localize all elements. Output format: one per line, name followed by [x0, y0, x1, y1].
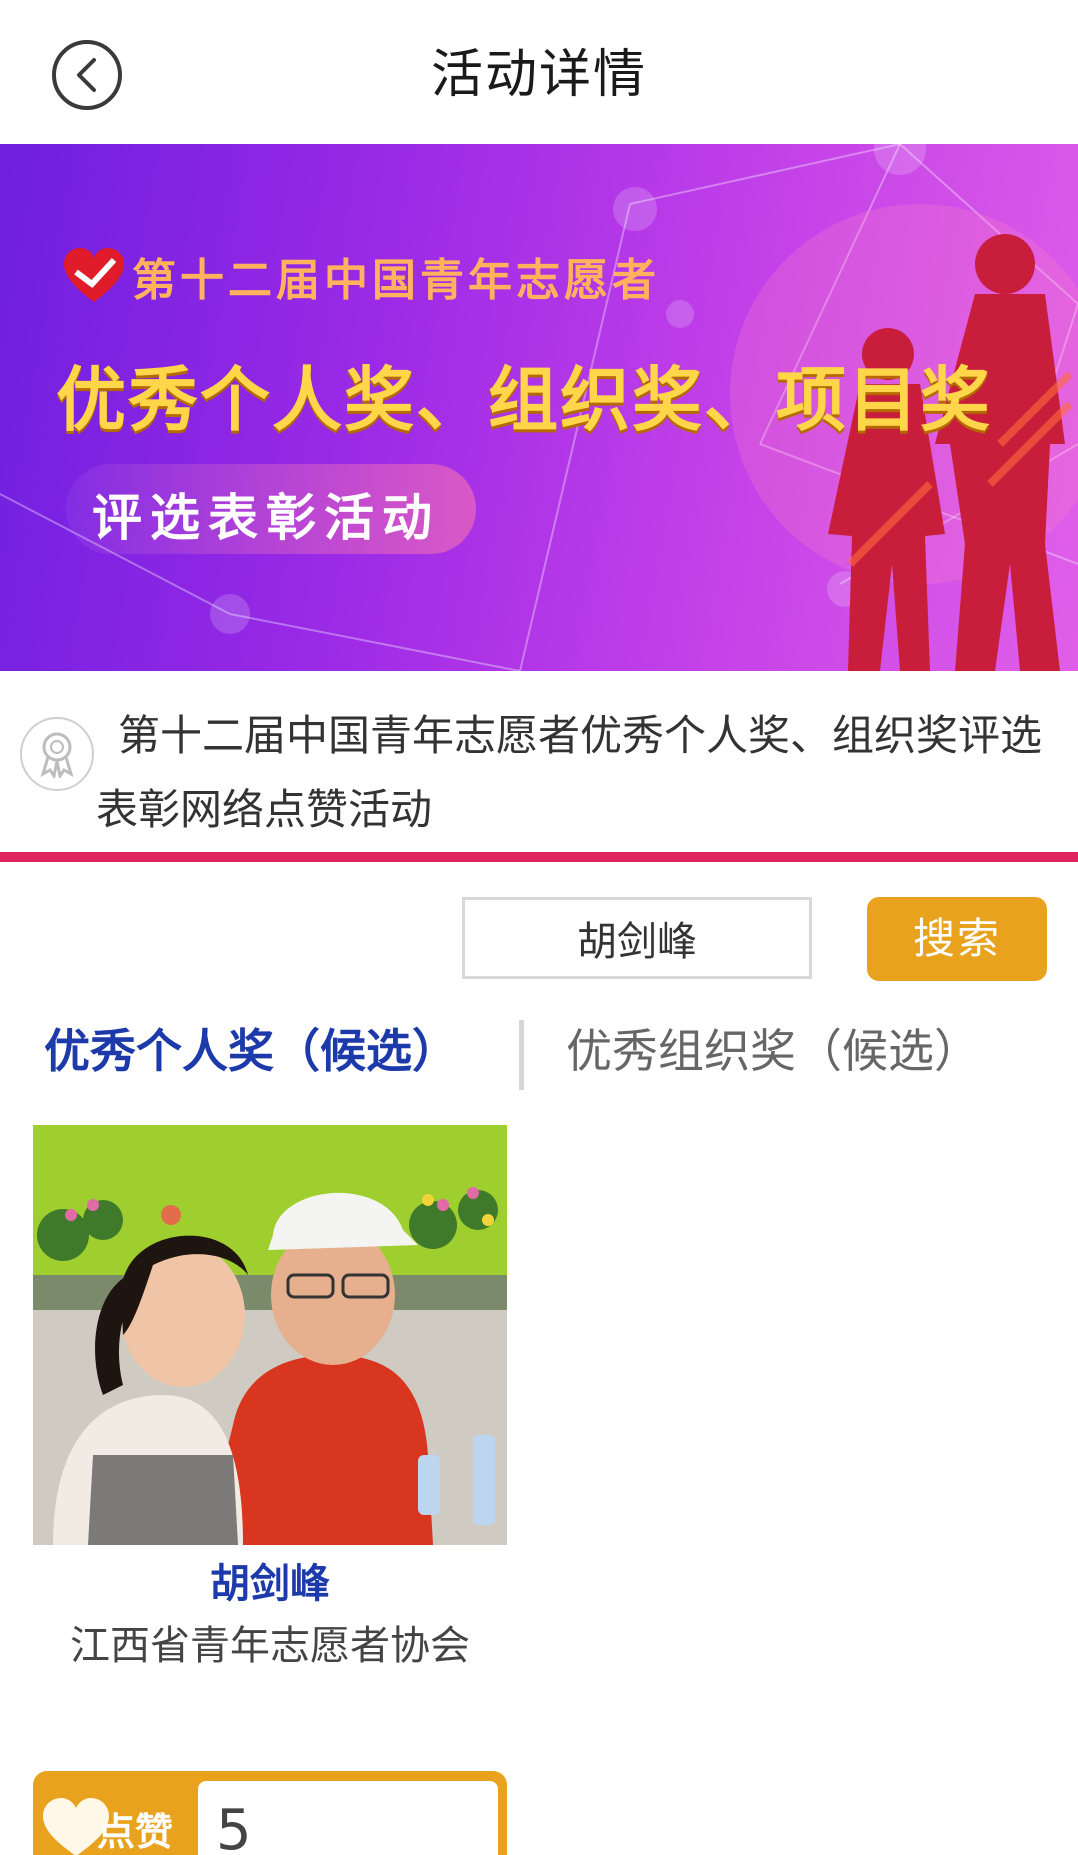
tab-organization-award[interactable]: 优秀组织奖（候选） [566, 1016, 980, 1086]
activity-banner: 第十二届中国青年志愿者 优秀个人奖、组织奖、项目奖 评选表彰活动 [0, 144, 1078, 671]
candidate-photo[interactable] [33, 1125, 507, 1545]
like-label: 点赞 [97, 1809, 174, 1854]
award-ribbon-icon [20, 717, 94, 791]
search-input[interactable] [462, 897, 812, 979]
candidate-organization: 江西省青年志愿者协会 [70, 1623, 470, 1669]
activity-title: 第十二届中国青年志愿者优秀个人奖、组织奖评选表彰网络点赞活动 [96, 711, 1043, 834]
page-title: 活动详情 [430, 45, 647, 105]
section-divider [0, 852, 1078, 862]
banner-tagline: 评选表彰活动 [92, 489, 440, 547]
like-button[interactable]: 点赞 5 [33, 1771, 507, 1855]
activity-title-section: 第十二届中国青年志愿者优秀个人奖、组织奖评选表彰网络点赞活动 [0, 671, 1078, 851]
tab-divider [519, 1020, 524, 1090]
activity-detail-page: 活动详情 第十二届中国青年志愿者 优秀个人奖、组织奖、项目奖 评选表彰活动 第十… [0, 0, 1078, 1855]
banner-headline: 优秀个人奖、组织奖、项目奖 [56, 359, 992, 441]
candidate-name[interactable]: 胡剑峰 [33, 1556, 507, 1612]
top-bar: 活动详情 [0, 0, 1078, 144]
like-count: 5 [198, 1781, 498, 1855]
tab-individual-award[interactable]: 优秀个人奖（候选） [44, 1016, 458, 1086]
like-label-group: 点赞 [41, 1785, 191, 1855]
banner-subtitle: 第十二届中国青年志愿者 [132, 255, 660, 306]
heart-logo-icon [64, 248, 124, 302]
search-button[interactable]: 搜索 [867, 897, 1047, 981]
